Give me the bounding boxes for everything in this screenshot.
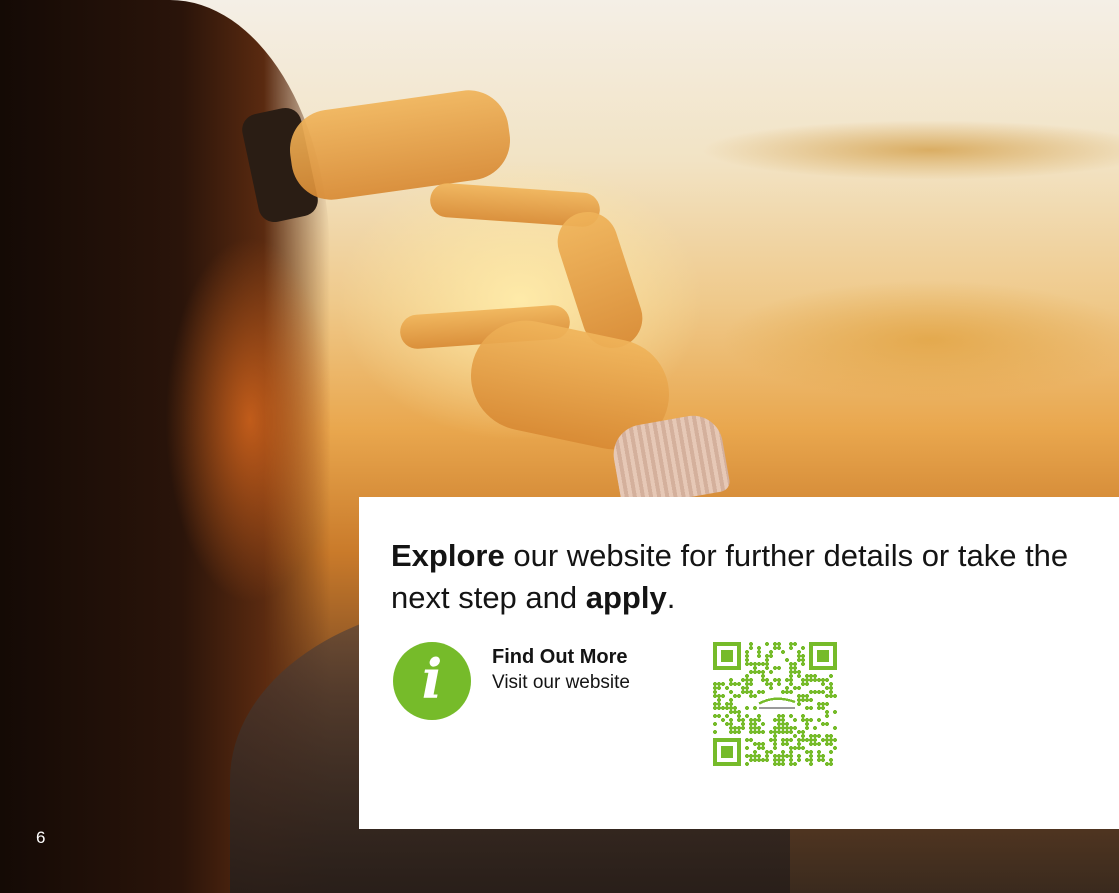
headline-explore: Explore <box>391 538 505 573</box>
info-card: Explore our website for further details … <box>359 497 1119 829</box>
page-number: 6 <box>36 828 46 847</box>
find-out-more-link[interactable]: Find Out More Visit our website <box>492 645 630 695</box>
cta-subtitle: Visit our website <box>492 672 630 693</box>
info-icon: i <box>393 642 471 720</box>
cta-title: Find Out More <box>492 646 628 668</box>
cloud <box>700 120 1119 180</box>
qr-code[interactable] <box>713 642 837 766</box>
headline: Explore our website for further details … <box>391 535 1091 619</box>
headline-period: . <box>666 580 676 615</box>
cloud <box>720 280 1119 400</box>
headline-apply: apply <box>585 580 667 615</box>
